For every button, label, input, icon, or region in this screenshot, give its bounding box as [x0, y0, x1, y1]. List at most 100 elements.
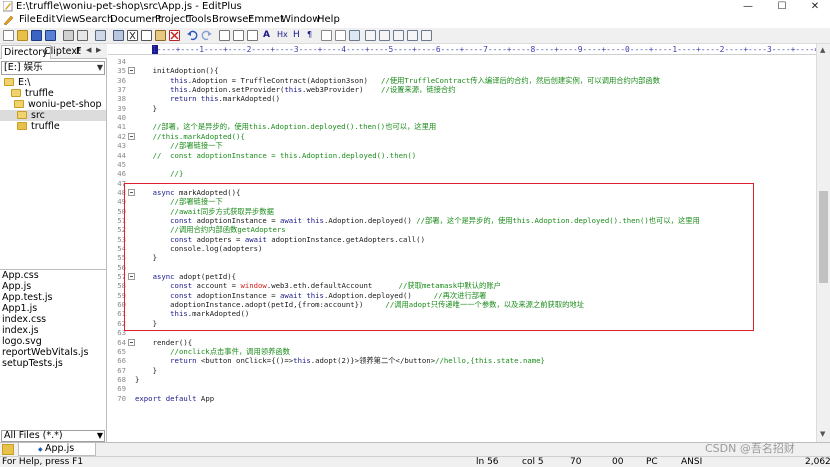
spell-check-icon[interactable]	[113, 30, 124, 41]
drive-select[interactable]: [E:] 娱乐 ▼	[1, 61, 105, 75]
save-icon[interactable]	[31, 30, 42, 41]
find-icon[interactable]	[219, 30, 230, 41]
scrollbar-thumb[interactable]	[819, 191, 828, 283]
ruler-scale: 1----+----1----+----2----+----3----+----…	[152, 45, 830, 54]
print-icon[interactable]	[63, 30, 74, 41]
fold-collapse-icon[interactable]	[128, 338, 135, 346]
menu-view[interactable]: View	[56, 13, 80, 27]
menu-project[interactable]: Project	[155, 13, 189, 27]
maximize-button[interactable]: ☐	[767, 0, 797, 13]
folder-icon	[17, 122, 27, 130]
menu-help[interactable]: Help	[317, 13, 340, 27]
code-line: render(){	[135, 337, 193, 347]
code-line: //部署链接一下	[170, 141, 223, 151]
line-number: 37	[117, 85, 126, 95]
redo-icon[interactable]	[201, 30, 212, 41]
menu-search[interactable]: Search	[79, 13, 113, 27]
code-line: //this.markAdopted(){	[152, 131, 245, 141]
scroll-up-icon[interactable]: ▲	[820, 46, 825, 54]
tab-functions[interactable]: F	[74, 45, 83, 59]
line-number: 68	[117, 374, 126, 384]
file-filter-select[interactable]: All Files (*.*) ▼	[1, 430, 105, 442]
menu-emmet[interactable]: Emmet	[248, 13, 284, 27]
fold-collapse-icon[interactable]	[128, 67, 135, 75]
replace-icon[interactable]	[233, 30, 244, 41]
ruler-icon[interactable]	[335, 30, 346, 41]
status-line: ln 56	[476, 457, 499, 467]
folder-item-woniu-pet-shop[interactable]: woniu-pet-shop	[0, 99, 106, 110]
hex-icon[interactable]: Hx	[277, 30, 288, 41]
menu-file[interactable]: File	[19, 13, 36, 27]
code-line: initAdoption(){	[135, 66, 219, 76]
folder-label: woniu-pet-shop	[28, 99, 102, 110]
tile-window-icon[interactable]	[421, 30, 432, 41]
toolbar: A Hx H ¶	[0, 28, 830, 44]
chevron-down-icon[interactable]: ▼	[97, 430, 103, 442]
settings-icon[interactable]	[349, 30, 360, 41]
print-preview-icon[interactable]	[77, 30, 88, 41]
code-line: //}	[170, 169, 184, 179]
file-item[interactable]: App.css	[2, 270, 39, 281]
folder-toggle-icon[interactable]	[2, 444, 14, 455]
folder-item-truffle[interactable]: truffle	[0, 88, 106, 99]
file-item[interactable]: App.js	[2, 281, 31, 292]
status-bar: For Help, press F1 ln 56 col 5 70 00 PC …	[0, 456, 830, 467]
line-number: 42	[117, 131, 126, 141]
tab-app-js[interactable]: ◆ App.js	[18, 443, 96, 456]
line-number: 67	[117, 365, 126, 375]
folder-item-drive-root[interactable]: E:\	[0, 77, 106, 88]
menu-tools[interactable]: Tools	[187, 13, 212, 27]
line-number: 69	[117, 384, 126, 394]
minimize-button[interactable]: —	[733, 0, 763, 13]
menu-edit[interactable]: Edit	[36, 13, 55, 27]
browser-view-icon[interactable]	[95, 30, 106, 41]
folder-item-src[interactable]: src	[0, 110, 106, 121]
open-file-icon[interactable]	[17, 30, 28, 41]
file-item[interactable]: App1.js	[2, 303, 37, 314]
file-item[interactable]: logo.svg	[2, 336, 42, 347]
undo-icon[interactable]	[187, 30, 198, 41]
paste-icon[interactable]	[155, 30, 166, 41]
menu-browser[interactable]: Browser	[212, 13, 253, 27]
line-number: 38	[117, 94, 126, 104]
html-toolbar-icon[interactable]: H	[293, 30, 304, 41]
status-size: 2,062	[805, 457, 830, 467]
file-item[interactable]: index.css	[2, 314, 46, 325]
status-help: For Help, press F1	[2, 457, 84, 467]
close-button[interactable]: ✕	[800, 0, 830, 13]
folder-item-truffle-sub[interactable]: truffle	[0, 121, 106, 132]
scroll-down-icon[interactable]: ▼	[820, 430, 825, 438]
code-line: //onclick点击事件，调用领养函数	[170, 346, 290, 356]
folder-open-icon	[14, 100, 24, 108]
tab-scroll-left-icon[interactable]: ◀	[86, 46, 91, 54]
font-size-icon[interactable]: ¶	[307, 30, 318, 41]
chevron-down-icon[interactable]: ▼	[97, 62, 103, 74]
output-window-icon[interactable]	[393, 30, 404, 41]
save-all-icon[interactable]	[45, 30, 56, 41]
file-item[interactable]: setupTests.js	[2, 358, 63, 369]
editplus-menu-icon[interactable]	[3, 15, 14, 25]
line-number: 44	[117, 150, 126, 160]
code-line: }	[135, 374, 140, 384]
new-file-icon[interactable]	[3, 30, 14, 41]
code-line: this.Adoption = TruffleContract(Adoption…	[170, 75, 661, 85]
copy-icon[interactable]	[141, 30, 152, 41]
fullscreen-icon[interactable]	[407, 30, 418, 41]
fold-collapse-icon[interactable]	[128, 132, 135, 140]
editplus-app-icon	[3, 1, 13, 12]
vertical-scrollbar[interactable]: ▲ ▼	[816, 44, 830, 442]
file-item[interactable]: App.test.js	[2, 292, 52, 303]
line-number-icon[interactable]	[321, 30, 332, 41]
file-item[interactable]: index.js	[2, 325, 39, 336]
file-item[interactable]: reportWebVitals.js	[2, 347, 88, 358]
menu-window[interactable]: Window	[281, 13, 320, 27]
delete-icon[interactable]	[169, 30, 180, 41]
cliptext-toggle-icon[interactable]	[379, 30, 390, 41]
word-wrap-icon[interactable]: A	[263, 30, 274, 41]
cut-icon[interactable]	[127, 30, 138, 41]
directory-toggle-icon[interactable]	[365, 30, 376, 41]
line-number: 40	[117, 113, 126, 123]
code-line: return this.markAdopted()	[170, 94, 281, 104]
tab-scroll-right-icon[interactable]: ▶	[96, 46, 101, 54]
find-in-files-icon[interactable]	[247, 30, 258, 41]
